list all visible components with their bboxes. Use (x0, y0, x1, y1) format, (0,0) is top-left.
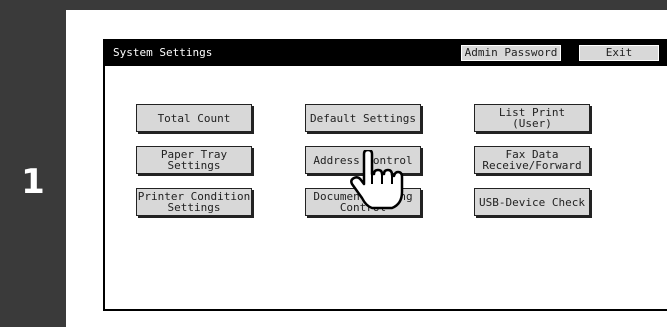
pointing-hand-icon (350, 150, 404, 210)
paper-tray-settings-button[interactable]: Paper Tray Settings (136, 146, 252, 174)
screen-title: System Settings (113, 46, 213, 59)
top-border (0, 0, 667, 10)
exit-button[interactable]: Exit (579, 45, 659, 61)
step-number: 1 (21, 162, 45, 202)
step-sidebar: 1 (0, 10, 66, 327)
list-print-user-button[interactable]: List Print (User) (474, 104, 590, 132)
fax-data-receive-forward-button[interactable]: Fax Data Receive/Forward (474, 146, 590, 174)
title-bar: System Settings Admin Password Exit (105, 41, 667, 66)
usb-device-check-button[interactable]: USB-Device Check (474, 188, 590, 216)
default-settings-button[interactable]: Default Settings (305, 104, 421, 132)
admin-password-button[interactable]: Admin Password (461, 45, 561, 61)
printer-condition-settings-button[interactable]: Printer Condition Settings (136, 188, 252, 216)
total-count-button[interactable]: Total Count (136, 104, 252, 132)
